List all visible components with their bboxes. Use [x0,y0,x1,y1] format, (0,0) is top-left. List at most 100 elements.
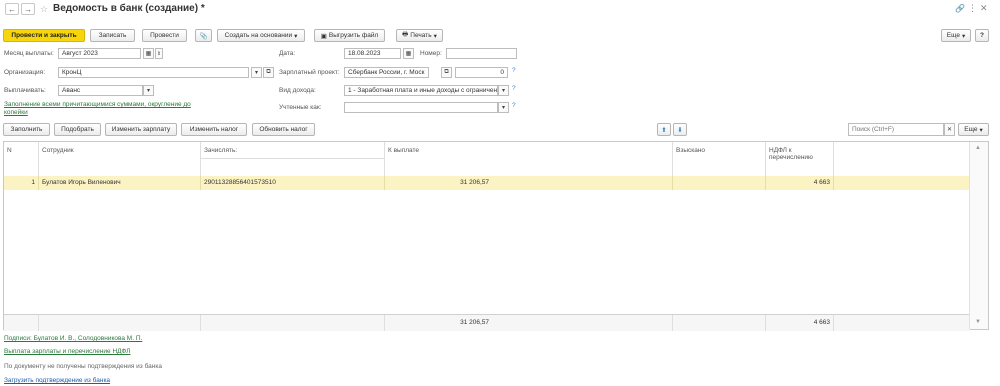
fill-mode-link[interactable]: Заполнение всеми причитающимися суммами,… [4,101,209,117]
open-link-icon[interactable]: ⧉ [441,67,452,78]
arrow-down-icon: ⬇ [677,126,683,134]
table-more-button[interactable]: Еще ▾ [958,123,989,136]
close-icon[interactable]: ✕ [980,3,988,14]
favorite-star-icon[interactable]: ☆ [40,4,48,15]
link-icon[interactable]: 🔗 [955,4,965,13]
pay-label: Выплачивать: [4,87,46,94]
chevron-down-icon[interactable]: ▾ [143,85,154,96]
column-header-account[interactable]: Зачислять: [201,142,385,176]
upload-file-label: Выгрузить файл [328,32,379,39]
column-header-employee[interactable]: Сотрудник [39,142,201,176]
chevron-down-icon: ▾ [979,126,983,134]
column-header-payout[interactable]: К выплате [385,142,673,176]
save-button[interactable]: Записать [90,29,135,42]
load-confirm-link[interactable]: Загрузить подтверждение из банка [4,377,110,384]
vertical-scrollbar[interactable]: ▲ ▼ [969,142,988,329]
forward-button[interactable]: → [21,3,35,15]
update-tax-label: Обновить налог [259,126,308,133]
fill-label: Заполнить [10,126,43,133]
chevron-down-icon: ▾ [961,32,966,40]
upload-icon: ▣ [320,32,327,40]
chevron-down-icon[interactable]: ▾ [498,102,509,113]
date-label: Дата: [279,50,296,57]
attach-button[interactable]: 📎 [195,29,212,42]
month-field[interactable]: Август 2023 [58,48,141,59]
calendar-icon[interactable]: ▦ [403,48,414,59]
arrow-up-icon: ⬆ [661,126,667,134]
cell-employee[interactable]: Булатов Игорь Виленович [39,176,201,190]
cell-withheld[interactable] [673,176,766,190]
accounted-as-label: Учтенные как: [279,104,322,111]
cell-ndfl[interactable]: 4 663 [766,176,834,190]
signatures-link[interactable]: Подписи: Булатов И. В., Солодовникова М.… [4,335,142,342]
search-input[interactable] [848,123,944,136]
clear-search-icon[interactable]: ✕ [944,123,955,136]
change-salary-label: Изменить зарплату [111,126,171,133]
scroll-down-icon[interactable]: ▼ [975,319,981,325]
pick-button[interactable]: Подобрать [54,123,101,136]
table-row[interactable]: 1 Булатов Игорь Виленович 29011328856401… [4,176,970,190]
back-button[interactable]: ← [5,3,19,15]
change-salary-button[interactable]: Изменить зарплату [105,123,177,136]
page-title: Ведомость в банк (создание) * [53,3,205,14]
column-header-ndfl[interactable]: НДФЛ к перечислению [766,142,834,176]
bank-confirm-status: По документу не получены подтверждения и… [4,363,162,370]
fill-button[interactable]: Заполнить [3,123,50,136]
table-totals: 31 206,57 4 663 [4,314,970,331]
chevron-down-icon[interactable]: ▾ [498,85,509,96]
help-question-icon[interactable]: ? [512,85,516,92]
help-question-icon[interactable]: ? [512,102,516,109]
scroll-up-icon[interactable]: ▲ [975,145,981,151]
help-question-icon[interactable]: ? [512,67,516,74]
pay-select[interactable]: Аванс [58,85,143,96]
salary-project-field[interactable]: Сбербанк России, г. Моск [344,67,429,78]
number-label: Номер: [420,50,442,57]
cell-payout[interactable]: 31 206,57 [385,176,492,190]
create-based-button[interactable]: Создать на основании ▾ [217,29,305,42]
column-header-n[interactable]: N [4,142,39,176]
cell-account[interactable]: 29011328856401573510 [201,176,385,190]
total-account [201,315,385,331]
printer-icon: 🖶 [402,31,409,38]
move-up-button[interactable]: ⬆ [657,123,671,136]
salary-ndfl-link[interactable]: Выплата зарплаты и перечисление НДФЛ [4,348,130,355]
calendar-icon[interactable]: ▦ [143,48,154,59]
header-divider [201,158,385,159]
accounted-as-field[interactable] [344,102,498,113]
date-field[interactable]: 18.08.2023 [344,48,401,59]
total-n [4,315,39,331]
update-tax-button[interactable]: Обновить налог [252,123,315,136]
chevron-down-icon: ▾ [433,32,437,40]
change-tax-button[interactable]: Изменить налог [181,123,247,136]
create-based-label: Создать на основании [224,32,293,39]
cell-payout-spacer [492,176,673,190]
income-type-label: Вид дохода: [279,87,316,94]
print-button[interactable]: 🖶 Печать ▾ [396,29,443,42]
chevron-down-icon[interactable]: ▾ [251,67,262,78]
post-label: Провести [150,32,179,39]
paperclip-icon: 📎 [199,32,208,40]
open-link-icon[interactable]: ⧉ [263,67,274,78]
menu-dots-icon[interactable]: ⋮ [968,3,977,14]
organization-field[interactable]: КронЦ [58,67,249,78]
salary-project-number[interactable]: 0 [455,67,508,78]
save-label: Записать [98,32,127,39]
column-header-withheld[interactable]: Взыскано [673,142,766,176]
more-button[interactable]: Еще ▾ [941,29,971,42]
employees-table: N Сотрудник Зачислять: К выплате Взыскан… [3,141,989,331]
post-and-close-button[interactable]: Провести и закрыть [3,29,85,42]
post-button[interactable]: Провести [142,29,187,42]
cell-n: 1 [4,176,39,190]
month-stepper[interactable]: ⇕ [155,48,163,59]
upload-file-button[interactable]: ▣ Выгрузить файл [314,29,385,42]
total-ndfl: 4 663 [766,315,834,331]
salary-project-label: Зарплатный проект: [279,69,340,76]
help-button[interactable]: ? [975,29,989,42]
move-down-button[interactable]: ⬇ [673,123,687,136]
more-label: Еще [946,32,960,39]
number-field[interactable] [446,48,517,59]
total-payout: 31 206,57 [460,319,489,326]
organization-label: Организация: [4,69,46,76]
pick-label: Подобрать [61,126,94,133]
income-type-select[interactable]: 1 - Заработная плата и иные доходы с огр… [344,85,498,96]
